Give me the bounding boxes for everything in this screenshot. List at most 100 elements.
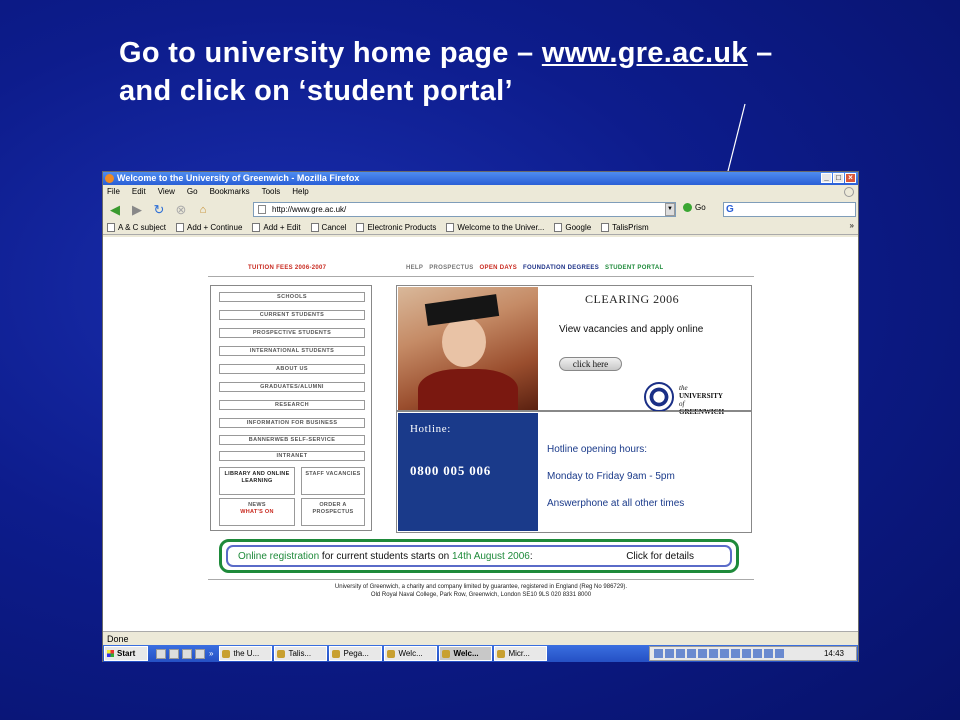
taskbar: Start » the U... Talis... Pega... Welc..…: [103, 645, 858, 662]
search-input[interactable]: G: [723, 202, 856, 217]
online-registration-banner[interactable]: Online registration for current students…: [219, 539, 739, 573]
hours-title: Hotline opening hours:: [547, 444, 648, 455]
go-button[interactable]: Go: [683, 203, 706, 212]
menu-tools[interactable]: Tools: [262, 185, 281, 199]
tray-icon[interactable]: [720, 649, 729, 658]
task-button[interactable]: the U...: [219, 646, 273, 661]
tray-icon[interactable]: [665, 649, 674, 658]
title-link[interactable]: www.gre.ac.uk: [542, 37, 748, 69]
university-crest-icon: [644, 382, 674, 412]
quicklaunch-icon[interactable]: [182, 648, 192, 659]
menu-intranet[interactable]: INTRANET: [219, 451, 365, 461]
bookmark-item[interactable]: Cancel: [310, 223, 353, 232]
bookmark-item[interactable]: TalisPrism: [601, 223, 654, 232]
tray-icon[interactable]: [709, 649, 718, 658]
tray-icon[interactable]: [654, 649, 663, 658]
maximize-button[interactable]: □: [833, 173, 844, 183]
window-title: Welcome to the University of Greenwich -…: [117, 173, 360, 183]
menu-research[interactable]: RESEARCH: [219, 400, 365, 410]
tray-icon[interactable]: [775, 649, 784, 658]
tuition-fees-link[interactable]: TUITION FEES 2006-2007: [248, 265, 326, 271]
url-dropdown-icon[interactable]: ▼: [665, 203, 675, 216]
bookmark-label: Electronic Products: [367, 223, 437, 232]
reg-part2: for current students starts on: [319, 551, 452, 562]
minimize-button[interactable]: _: [821, 173, 832, 183]
menu-schools[interactable]: SCHOOLS: [219, 292, 365, 302]
footer-divider: [208, 579, 754, 580]
whats-on-label: WHAT'S ON: [240, 509, 274, 515]
tray-icon[interactable]: [731, 649, 740, 658]
web-page: TUITION FEES 2006-2007 HELP PROSPECTUS O…: [103, 237, 858, 631]
hotline-panel: Hotline: 0800 005 006 Hotline opening ho…: [396, 411, 752, 533]
bookmark-label: Add + Edit: [263, 223, 301, 232]
task-button[interactable]: Micr...: [494, 646, 548, 661]
menu-bannerweb[interactable]: BANNERWEB SELF-SERVICE: [219, 435, 365, 445]
order-prospectus-link[interactable]: ORDER A PROSPECTUS: [301, 498, 365, 526]
tray-icon[interactable]: [676, 649, 685, 658]
menu-current-students[interactable]: CURRENT STUDENTS: [219, 310, 365, 320]
menu-international-students[interactable]: INTERNATIONAL STUDENTS: [219, 346, 365, 356]
quicklaunch-more-button[interactable]: »: [209, 649, 213, 658]
staff-vacancies-link[interactable]: STAFF VACANCIES: [301, 467, 365, 495]
bookmark-item[interactable]: Add + Continue: [176, 223, 248, 232]
logo-of: of: [679, 400, 685, 408]
bookmarks-more-button[interactable]: »: [850, 221, 854, 230]
hours-weekday: Monday to Friday 9am - 5pm: [547, 471, 675, 482]
site-footer: University of Greenwich, a charity and c…: [208, 583, 754, 599]
foundation-degrees-link[interactable]: FOUNDATION DEGREES: [523, 265, 599, 271]
back-icon[interactable]: ◀: [107, 202, 123, 218]
bookmark-item[interactable]: Electronic Products: [356, 223, 442, 232]
prospectus-link[interactable]: PROSPECTUS: [429, 265, 473, 271]
menu-graduates-alumni[interactable]: GRADUATES/ALUMNI: [219, 382, 365, 392]
throbber-icon: [844, 187, 854, 197]
click-here-button[interactable]: click here: [559, 357, 622, 371]
task-button[interactable]: Talis...: [274, 646, 328, 661]
bookmark-icon: [176, 223, 185, 232]
menu-help[interactable]: Help: [292, 185, 308, 199]
bookmark-item[interactable]: A & C subject: [107, 223, 172, 232]
task-button-active[interactable]: Welc...: [439, 646, 493, 661]
bookmark-item[interactable]: Google: [554, 223, 597, 232]
tray-icon[interactable]: [687, 649, 696, 658]
menu-prospective-students[interactable]: PROSPECTIVE STUDENTS: [219, 328, 365, 338]
logo-university: UNIVERSITY: [679, 392, 723, 400]
url-input[interactable]: http://www.gre.ac.uk/: [253, 202, 676, 217]
clock: 14:43: [823, 649, 844, 658]
bookmark-icon: [107, 223, 115, 232]
quicklaunch-icon[interactable]: [169, 648, 179, 659]
task-button[interactable]: Pega...: [329, 646, 383, 661]
menu-about-us[interactable]: ABOUT US: [219, 364, 365, 374]
task-button[interactable]: Welc...: [384, 646, 438, 661]
menu-bookmarks[interactable]: Bookmarks: [210, 185, 250, 199]
library-online-learning-link[interactable]: LIBRARY AND ONLINE LEARNING: [219, 467, 295, 495]
open-days-link[interactable]: OPEN DAYS: [480, 265, 518, 271]
student-portal-link[interactable]: STUDENT PORTAL: [605, 265, 663, 271]
quicklaunch-icon[interactable]: [156, 648, 166, 659]
footer-line-2: Old Royal Naval College, Park Row, Green…: [370, 592, 592, 598]
reload-icon[interactable]: ↻: [151, 202, 167, 218]
hours-answerphone: Answerphone at all other times: [547, 498, 685, 509]
menu-file[interactable]: File: [107, 185, 120, 199]
bookmark-item[interactable]: Add + Edit: [252, 223, 306, 232]
quicklaunch-icon[interactable]: [195, 648, 205, 659]
click-for-details-link[interactable]: Click for details: [626, 547, 694, 567]
menu-go[interactable]: Go: [187, 185, 198, 199]
news-whats-on-link[interactable]: NEWS WHAT'S ON: [219, 498, 295, 526]
tray-icon[interactable]: [742, 649, 751, 658]
menu-information-for-business[interactable]: INFORMATION FOR BUSINESS: [219, 418, 365, 428]
menu-edit[interactable]: Edit: [132, 185, 146, 199]
tray-icon[interactable]: [753, 649, 762, 658]
bookmark-item[interactable]: Welcome to the Univer...: [446, 223, 550, 232]
forward-icon[interactable]: ▶: [129, 202, 145, 218]
tray-icon[interactable]: [764, 649, 773, 658]
start-button[interactable]: Start: [104, 646, 148, 661]
graduate-photo: [398, 287, 538, 410]
bookmarks-toolbar: A & C subject Add + Continue Add + Edit …: [103, 221, 858, 235]
close-button[interactable]: ×: [845, 173, 856, 183]
home-icon[interactable]: ⌂: [195, 202, 211, 218]
go-label: Go: [695, 203, 706, 212]
help-link[interactable]: HELP: [406, 265, 423, 271]
stop-icon[interactable]: ⊗: [173, 202, 189, 218]
tray-icon[interactable]: [698, 649, 707, 658]
menu-view[interactable]: View: [158, 185, 175, 199]
